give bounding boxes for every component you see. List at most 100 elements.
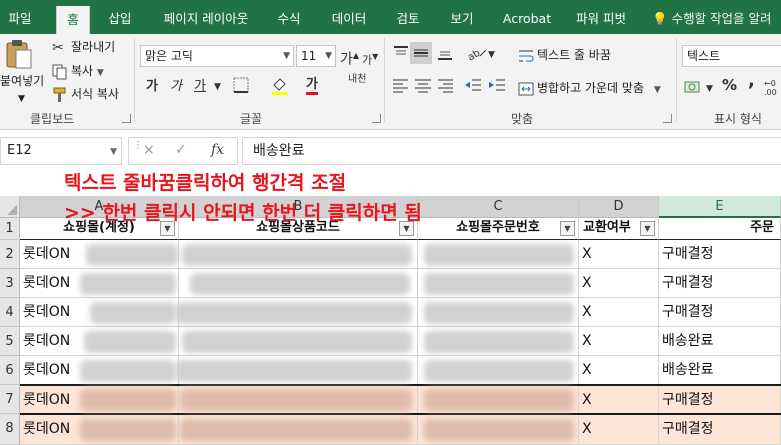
table-header-cell[interactable]: 주문 <box>659 218 781 240</box>
tab-page-layout[interactable]: 페이지 레이아웃 <box>150 0 262 34</box>
align-bottom-icon[interactable] <box>436 44 454 68</box>
chevron-down-icon[interactable]: ▼ <box>654 85 661 95</box>
wrap-text-button[interactable]: 텍스트 줄 바꿈 <box>518 46 611 64</box>
chevron-down-icon[interactable]: ▼ <box>97 68 104 78</box>
comma-style-button[interactable]: , <box>748 72 755 90</box>
orientation-icon[interactable]: ab <box>466 44 488 68</box>
align-left-icon[interactable] <box>392 78 410 100</box>
table-cell[interactable]: X <box>579 415 659 445</box>
column-header-c[interactable]: C <box>418 196 579 218</box>
accounting-format-icon[interactable] <box>684 78 706 102</box>
grow-font-button[interactable]: 가▲ <box>340 47 359 69</box>
align-right-icon[interactable] <box>436 78 454 100</box>
increase-decimal-icon[interactable]: ←0.00 <box>764 78 781 102</box>
tab-review[interactable]: 검토 <box>386 0 430 34</box>
tab-home[interactable]: 홈 <box>56 6 90 34</box>
percent-style-button[interactable]: % <box>722 76 737 94</box>
table-cell[interactable]: 구매결정 <box>659 298 781 327</box>
table-cell[interactable]: 구매결정 <box>659 386 781 414</box>
table-cell[interactable]: X <box>579 327 659 356</box>
table-header-cell[interactable]: 교환여부 ▼ <box>579 218 659 240</box>
row-header[interactable]: 4 <box>0 298 20 327</box>
column-header-d[interactable]: D <box>579 196 659 218</box>
row-header[interactable]: 1 <box>0 218 20 240</box>
cancel-icon[interactable]: × <box>143 142 155 158</box>
copy-button[interactable]: 복사 ▼ <box>52 62 104 82</box>
table-cell[interactable]: X <box>579 386 659 414</box>
dialog-launcher-icon[interactable] <box>663 114 672 123</box>
fill-color-icon[interactable] <box>270 76 290 102</box>
table-cell[interactable]: 구매결정 <box>659 240 781 269</box>
italic-button[interactable]: 가 <box>170 78 182 96</box>
formula-input[interactable]: 배송완료 <box>242 137 781 165</box>
dialog-launcher-icon[interactable] <box>122 114 131 123</box>
paste-button[interactable] <box>4 38 42 72</box>
align-center-icon[interactable] <box>414 78 432 100</box>
format-painter-button[interactable]: 서식 복사 <box>52 85 119 103</box>
table-cell[interactable]: 배송완료 <box>659 327 781 356</box>
font-color-button[interactable]: 가 <box>306 78 318 95</box>
name-box[interactable]: E12 ▼ <box>0 137 122 165</box>
redacted-region <box>80 273 176 295</box>
font-size-select[interactable]: 11 ▼ <box>296 45 336 67</box>
row-header[interactable]: 2 <box>0 240 20 269</box>
table-cell[interactable]: 배송완료 <box>659 356 781 385</box>
tab-formulas[interactable]: 수식 <box>266 0 312 34</box>
clipboard-group-label: 클립보드 <box>30 112 75 126</box>
tab-view[interactable]: 보기 <box>440 0 484 34</box>
table-cell[interactable]: X <box>579 356 659 385</box>
redacted-region <box>424 331 574 353</box>
table-header-cell[interactable]: 쇼핑몰주문번호 ▼ <box>418 218 579 240</box>
tab-data[interactable]: 데이터 <box>322 0 376 34</box>
group-divider <box>384 38 385 122</box>
chevron-down-icon[interactable]: ▼ <box>110 139 117 165</box>
table-cell[interactable]: 구매결정 <box>659 269 781 298</box>
redacted-region <box>80 419 176 441</box>
filter-dropdown-icon[interactable]: ▼ <box>640 221 655 236</box>
increase-indent-icon[interactable] <box>488 78 506 100</box>
chevron-down-icon[interactable]: ▼ <box>488 46 495 64</box>
chevron-down-icon[interactable]: ▼ <box>214 78 221 96</box>
align-middle-icon[interactable] <box>410 42 432 64</box>
merge-center-button[interactable]: 병합하고 가운데 맞춤 ▼ <box>518 79 661 99</box>
worksheet-grid: A B C D E 1 2 3 4 5 6 7 8 쇼핑몰(계정) ▼ 쇼핑몰상… <box>0 196 781 445</box>
redacted-region <box>90 302 176 324</box>
row-header[interactable]: 7 <box>0 385 20 414</box>
chevron-down-icon[interactable]: ▼ <box>18 90 25 108</box>
chevron-down-icon[interactable]: ▼ <box>706 80 713 98</box>
table-cell[interactable]: 구매결정 <box>659 415 781 445</box>
row-header[interactable]: 6 <box>0 356 20 385</box>
insert-function-icon[interactable]: fx <box>211 142 224 158</box>
phonetic-guide-button[interactable]: 내천 <box>348 74 366 86</box>
row-header[interactable]: 5 <box>0 327 20 356</box>
enter-icon[interactable]: ✓ <box>175 142 187 158</box>
redacted-region <box>86 244 178 266</box>
select-all-corner[interactable] <box>0 196 20 218</box>
table-cell[interactable]: X <box>579 269 659 298</box>
redacted-region <box>424 419 574 441</box>
row-header[interactable]: 8 <box>0 414 20 445</box>
tab-acrobat[interactable]: Acrobat <box>494 0 560 34</box>
filter-dropdown-icon[interactable]: ▼ <box>560 221 575 236</box>
row-header[interactable]: 3 <box>0 269 20 298</box>
decrease-indent-icon[interactable] <box>464 78 482 100</box>
column-header-e[interactable]: E <box>659 196 781 218</box>
paste-label[interactable]: 붙여넣기 <box>0 72 44 90</box>
number-format-select[interactable]: 텍스트 <box>682 45 781 67</box>
dialog-launcher-icon[interactable] <box>372 114 381 123</box>
tab-insert[interactable]: 삽입 <box>100 0 140 34</box>
table-cell[interactable]: X <box>579 240 659 269</box>
formula-bar: E12 ▼ ⋮ × ✓ fx 배송완료 <box>0 137 781 167</box>
tell-me-search[interactable]: 💡 수행할 작업을 알려 <box>652 0 772 34</box>
borders-icon[interactable] <box>232 76 250 100</box>
align-top-icon[interactable] <box>392 44 410 68</box>
table-cell[interactable]: X <box>579 298 659 327</box>
underline-button[interactable]: 가 <box>194 78 206 96</box>
tab-power-pivot[interactable]: 파워 피벗 <box>566 0 636 34</box>
cut-button[interactable]: ✂ 잘라내기 <box>52 38 115 56</box>
font-name-select[interactable]: 맑은 고딕 ▼ <box>140 45 294 67</box>
redacted-region <box>80 389 176 411</box>
shrink-font-button[interactable]: 가▼ <box>362 48 378 70</box>
bold-button[interactable]: 가 <box>146 78 158 96</box>
tab-file[interactable]: 파일 <box>0 0 40 34</box>
